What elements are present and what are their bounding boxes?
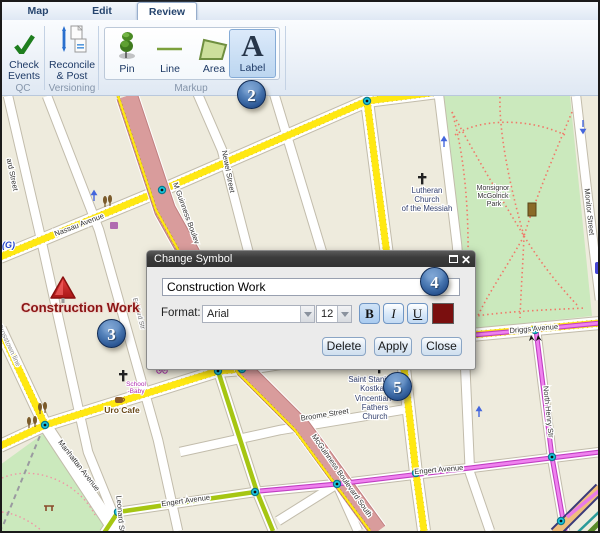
svg-text:Kostka: Kostka [360,384,384,393]
svg-text:of the Messiah: of the Messiah [402,204,453,213]
svg-text:Lutheran: Lutheran [412,186,443,195]
svg-text:Church: Church [362,412,387,421]
svg-text:Uro Cafe: Uro Cafe [104,405,140,415]
svg-text:School: School [126,381,146,388]
svg-text:-Baby: -Baby [128,388,146,395]
svg-text:McGolrick: McGolrick [477,193,509,200]
svg-text:Monsignor: Monsignor [477,185,510,192]
svg-text:Park: Park [487,201,502,208]
svg-text:(G): (G) [2,240,15,250]
svg-text:Construction Work: Construction Work [21,300,140,315]
svg-text:Fathers: Fathers [362,403,389,412]
svg-text:Church: Church [414,195,439,204]
